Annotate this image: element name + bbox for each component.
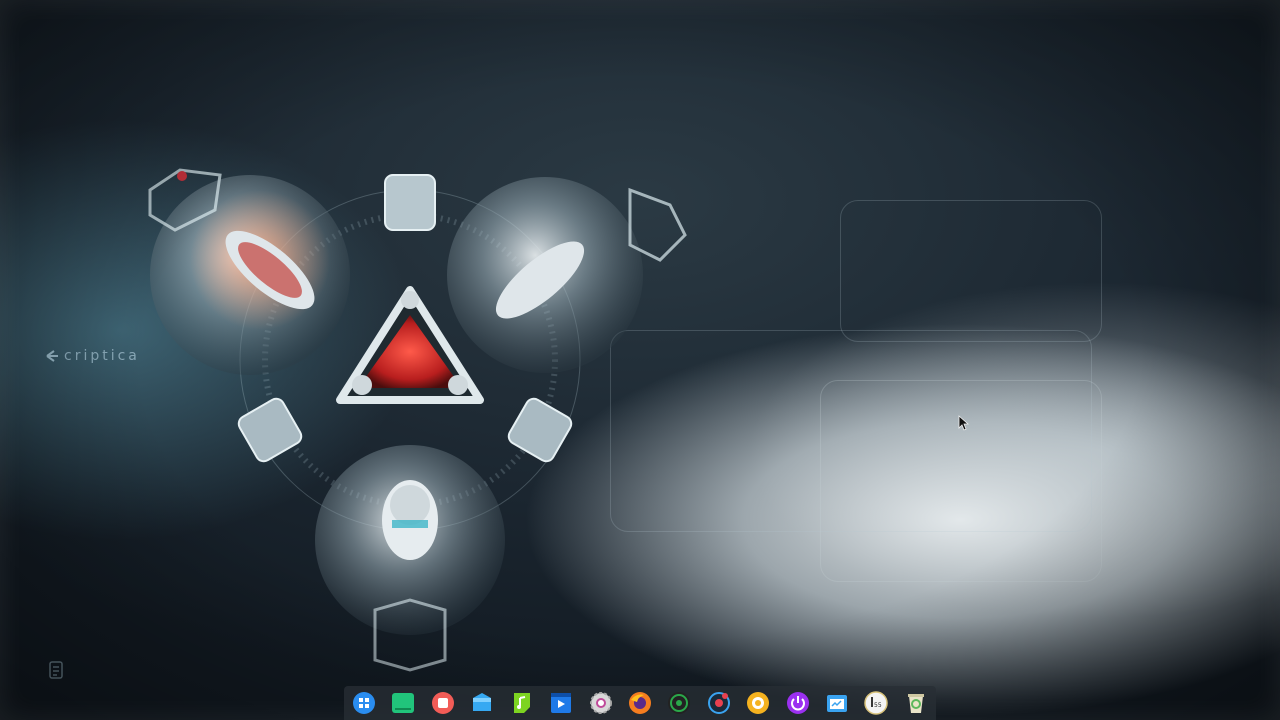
wallpaper-edge xyxy=(0,0,1280,720)
dock-music[interactable] xyxy=(509,690,535,716)
dock: 55 xyxy=(344,686,936,720)
screen-recorder-icon xyxy=(431,692,454,714)
dock-browser[interactable] xyxy=(745,690,771,716)
dock-launcher[interactable] xyxy=(351,690,377,716)
dock-clock[interactable]: 55 xyxy=(863,690,889,716)
dock-multitask[interactable] xyxy=(390,690,416,716)
power-icon xyxy=(786,692,809,714)
app-store-icon xyxy=(473,693,492,711)
dock-file-manager[interactable] xyxy=(824,690,850,716)
screenshot-icon xyxy=(707,692,730,714)
dock-trash[interactable] xyxy=(903,690,929,716)
movie-player-icon xyxy=(551,693,572,713)
multitask-icon xyxy=(392,693,415,713)
dock-firefox[interactable] xyxy=(627,690,653,716)
launcher-icon xyxy=(353,692,375,714)
clock-minutes: 55 xyxy=(874,702,882,709)
media-player-icon xyxy=(668,692,691,714)
desktop[interactable]: criptica 55 xyxy=(0,0,1280,720)
music-icon xyxy=(513,693,530,713)
settings-icon xyxy=(589,692,612,714)
clock-icon: 55 xyxy=(864,691,889,715)
dock-media-player[interactable] xyxy=(666,690,692,716)
file-manager-icon xyxy=(827,695,848,712)
dock-screen-recorder[interactable] xyxy=(430,690,456,716)
browser-icon xyxy=(747,692,770,714)
trash-icon xyxy=(907,694,924,713)
dock-movie[interactable] xyxy=(548,690,574,716)
dock-screenshot[interactable] xyxy=(706,690,732,716)
dock-app-store[interactable] xyxy=(469,690,495,716)
dock-settings[interactable] xyxy=(588,690,614,716)
firefox-icon xyxy=(628,692,651,714)
dock-power[interactable] xyxy=(785,690,811,716)
